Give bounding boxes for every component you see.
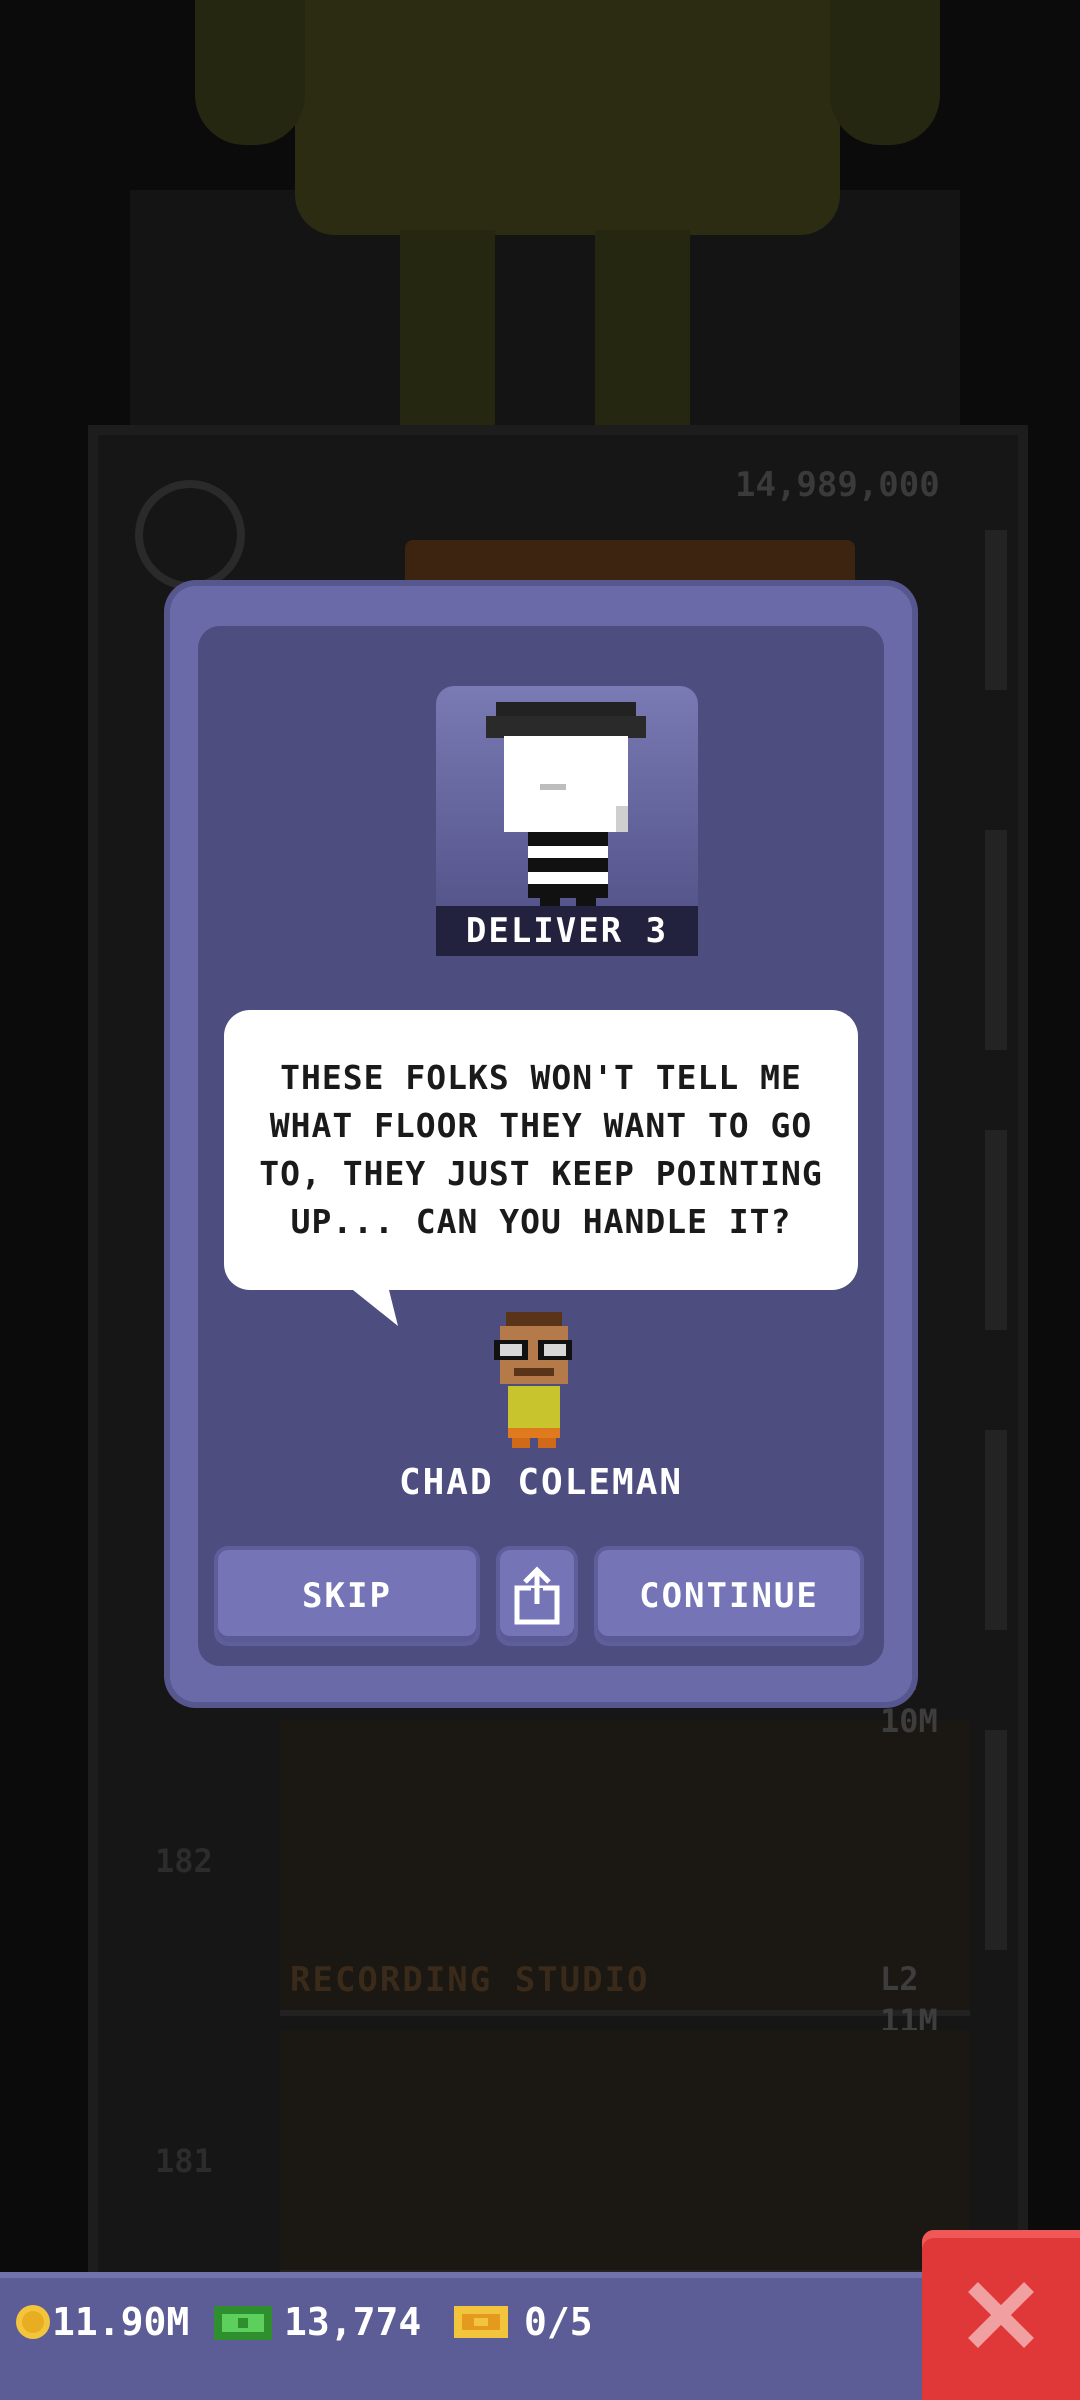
speech-bubble: THESE FOLKS WON'T TELL ME WHAT FLOOR THE… (224, 1010, 858, 1290)
elevator-shaft (985, 1430, 1007, 1630)
speaker-avatar (478, 1306, 588, 1451)
close-button[interactable] (922, 2230, 1080, 2400)
settings-gear-icon[interactable] (135, 480, 245, 590)
elevator-shaft (985, 530, 1007, 690)
ticket-icon (454, 2306, 508, 2338)
floor-181[interactable] (280, 2030, 970, 2276)
floor-level: L2 (880, 1960, 919, 1998)
statue-right-arm (830, 0, 940, 145)
speaker-name: CHAD COLEMAN (398, 1462, 684, 1503)
chad-avatar-icon (494, 1312, 572, 1448)
mission-dialog: DELIVER 3 THESE FOLKS WON'T TELL ME WHAT… (170, 586, 912, 1702)
build-floor-price: 14,989,000 (735, 465, 940, 505)
continue-button[interactable]: CONTINUE (598, 1550, 860, 1642)
floor-number: 181 (155, 2142, 213, 2180)
elevator-shaft (985, 1730, 1007, 1950)
statue-leg-right (595, 230, 690, 430)
statue-leg-left (400, 230, 495, 430)
speech-text: THESE FOLKS WON'T TELL ME WHAT FLOOR THE… (259, 1058, 823, 1241)
close-icon (968, 2282, 1034, 2348)
skip-button[interactable]: SKIP (218, 1550, 476, 1642)
mission-objective-label: DELIVER 3 (436, 906, 698, 956)
coin-icon (16, 2305, 50, 2339)
share-button[interactable] (500, 1550, 574, 1642)
floor-name-label: RECORDING STUDIO (290, 1960, 650, 2000)
coins-value: 11.90M (52, 2300, 190, 2344)
bux-counter[interactable]: 13,774 (212, 2300, 421, 2344)
statue-left-arm (195, 0, 305, 145)
share-icon (514, 1566, 560, 1625)
coins-counter[interactable]: 11.90M (14, 2300, 189, 2344)
elevator-shaft (985, 1130, 1007, 1330)
speech-bubble-tail (348, 1286, 398, 1326)
bux-icon (214, 2306, 272, 2340)
roof-statue (195, 0, 940, 235)
dialog-body: DELIVER 3 THESE FOLKS WON'T TELL ME WHAT… (198, 626, 884, 1666)
status-bar: 11.90M 13,774 0/5 (0, 2272, 930, 2400)
floor-cost: 10M (880, 1702, 938, 1740)
bux-value: 13,774 (284, 2300, 422, 2344)
tickets-counter[interactable]: 0/5 (452, 2300, 593, 2344)
floor-number: 182 (155, 1842, 213, 1880)
tickets-value: 0/5 (524, 2300, 593, 2344)
elevator-shaft (985, 830, 1007, 1050)
